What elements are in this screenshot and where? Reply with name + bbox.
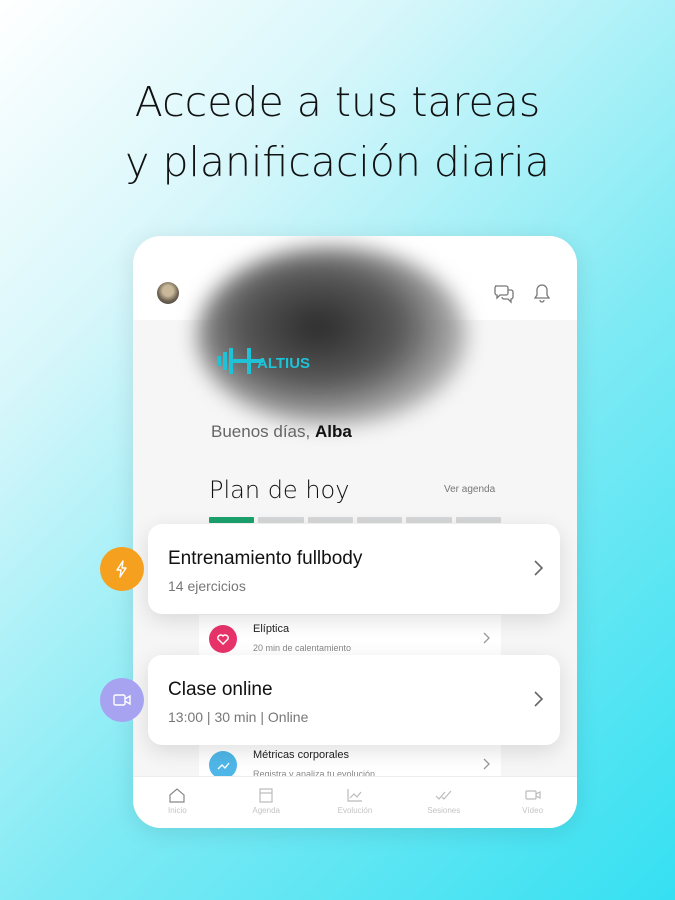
- item-title: Elíptica: [253, 623, 290, 635]
- chart-icon: [209, 751, 237, 779]
- progress-segment: [356, 517, 403, 523]
- chat-icon[interactable]: [493, 282, 515, 304]
- card-title: Entrenamiento fullbody: [168, 548, 363, 569]
- plan-title: Plan de hoy: [209, 476, 350, 504]
- tab-label: Sesiones: [427, 806, 461, 815]
- tab-inicio[interactable]: Inicio: [133, 777, 222, 828]
- progress-segment: [455, 517, 501, 523]
- avatar[interactable]: [157, 282, 179, 304]
- tab-agenda[interactable]: Agenda: [222, 777, 311, 828]
- card-entrenamiento[interactable]: Entrenamiento fullbody 14 ejercicios: [148, 524, 560, 614]
- card-clase-online[interactable]: Clase online 13:00 | 30 min | Online: [148, 655, 560, 745]
- tab-sesiones[interactable]: Sesiones: [399, 777, 488, 828]
- greeting-name: Alba: [314, 422, 352, 441]
- headline-line-1: Accede a tus tareas: [134, 78, 541, 126]
- tab-evolucion[interactable]: Evolución: [311, 777, 400, 828]
- progress-segment: [258, 517, 304, 523]
- tab-label: Evolución: [337, 806, 373, 815]
- plan-progress-bar: [209, 517, 501, 523]
- bell-icon[interactable]: [531, 282, 553, 304]
- altius-logo: ALTIUS: [217, 348, 310, 374]
- chevron-right-icon: [534, 560, 544, 576]
- headline-line-2: y planificación diaria: [125, 138, 550, 186]
- bottom-tab-bar: Inicio Agenda Evolución Sesiones Vídeo: [133, 776, 577, 828]
- chevron-right-icon: [483, 758, 490, 770]
- tab-label: Inicio: [168, 806, 187, 815]
- tab-label: Vídeo: [522, 806, 544, 815]
- progress-segment: [307, 517, 353, 523]
- heart-icon: [209, 625, 237, 653]
- progress-segment: [209, 517, 255, 523]
- svg-text:ALTIUS: ALTIUS: [257, 355, 310, 372]
- card-subtitle: 13:00 | 30 min | Online: [168, 709, 309, 725]
- calendar-icon: [259, 788, 273, 803]
- chevron-right-icon: [534, 691, 544, 707]
- ver-agenda-link[interactable]: Ver agenda: [444, 484, 495, 495]
- card-title: Clase online: [168, 679, 273, 700]
- card-subtitle: 14 ejercicios: [168, 578, 246, 594]
- tab-video[interactable]: Vídeo: [488, 777, 577, 828]
- trend-icon: [347, 789, 362, 802]
- item-title: Métricas corporales: [253, 749, 349, 761]
- video-icon: [524, 790, 541, 800]
- blurred-header-image: [197, 246, 467, 426]
- video-icon: [100, 678, 144, 722]
- greeting-prefix: Buenos días,: [211, 422, 311, 441]
- greeting: Buenos días, Alba: [211, 422, 352, 442]
- headline: Accede a tus tareas y planificación diar…: [0, 72, 675, 192]
- checks-icon: [435, 790, 452, 800]
- lightning-icon: [100, 547, 144, 591]
- home-icon: [169, 788, 185, 803]
- tab-label: Agenda: [252, 806, 280, 815]
- item-subtitle: 20 min de calentamiento: [253, 643, 352, 653]
- chevron-right-icon: [483, 632, 490, 644]
- progress-segment: [406, 517, 452, 523]
